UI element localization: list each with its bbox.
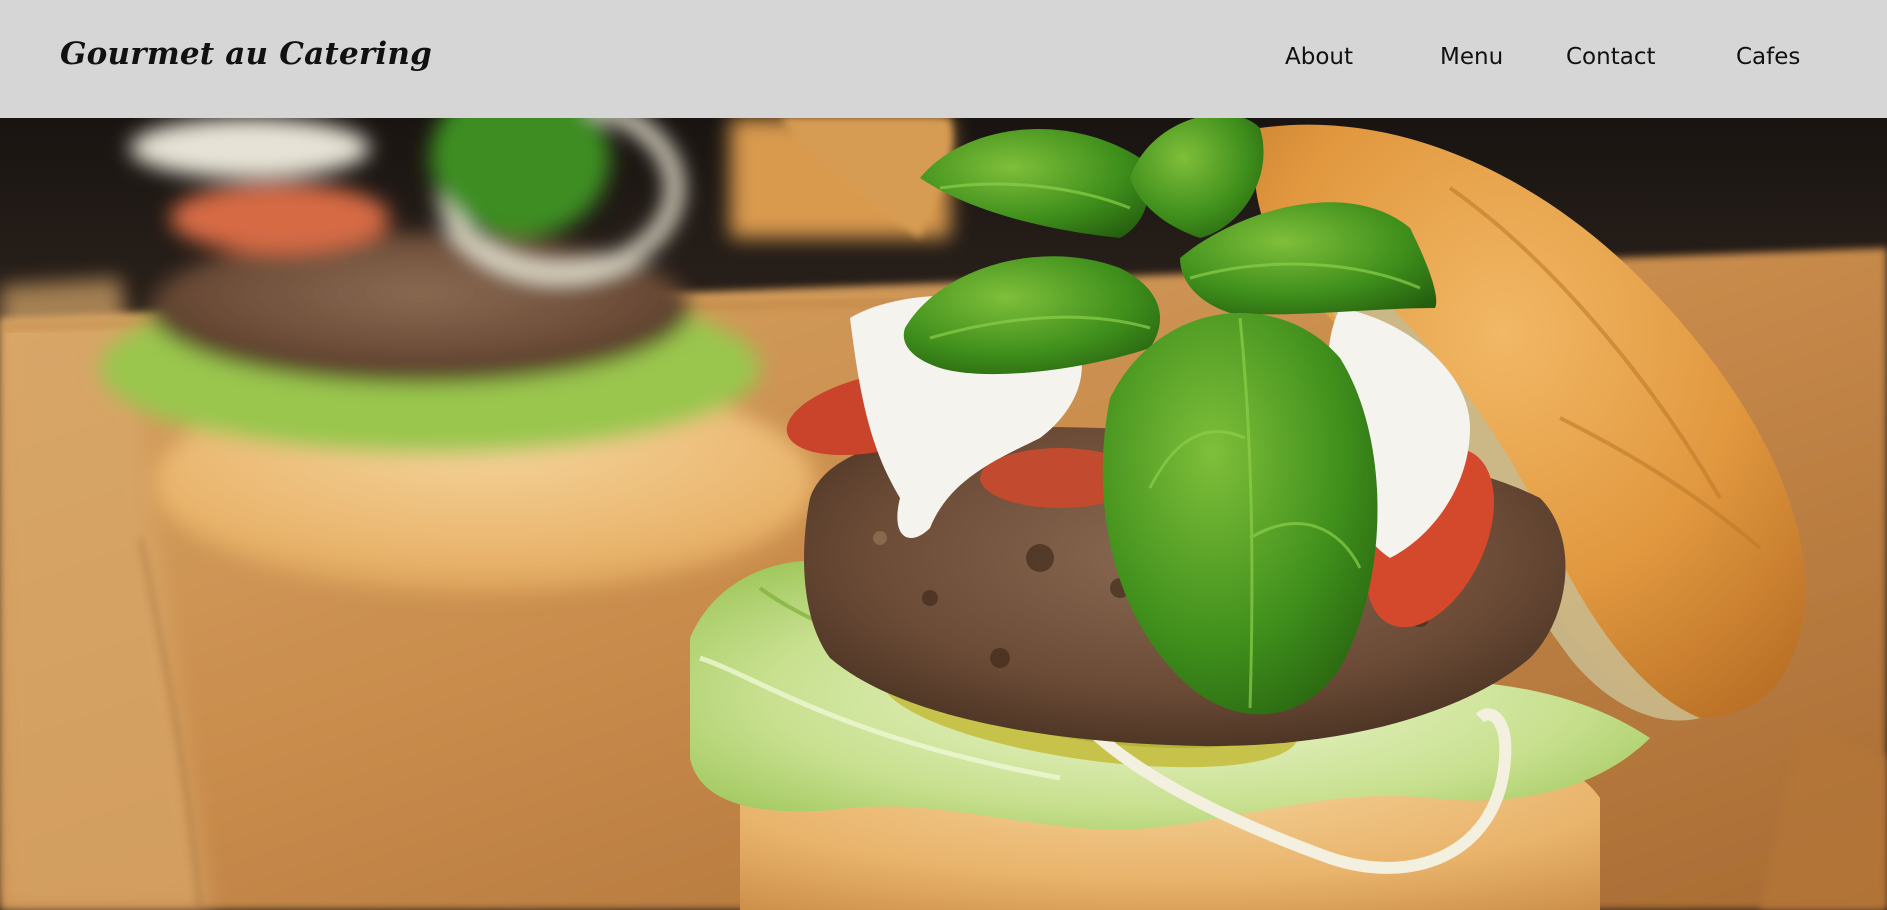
- nav-link-contact[interactable]: Contact: [1566, 44, 1655, 70]
- hero-image: [0, 118, 1887, 910]
- nav-link-about[interactable]: About: [1285, 44, 1353, 70]
- burger-photo: [0, 118, 1887, 910]
- nav-link-menu[interactable]: Menu: [1440, 44, 1503, 70]
- brand-logo[interactable]: Gourmet au Catering: [60, 36, 432, 72]
- nav-link-cafes[interactable]: Cafes: [1736, 44, 1800, 70]
- site-header: Gourmet au Catering About Menu Contact C…: [0, 0, 1887, 118]
